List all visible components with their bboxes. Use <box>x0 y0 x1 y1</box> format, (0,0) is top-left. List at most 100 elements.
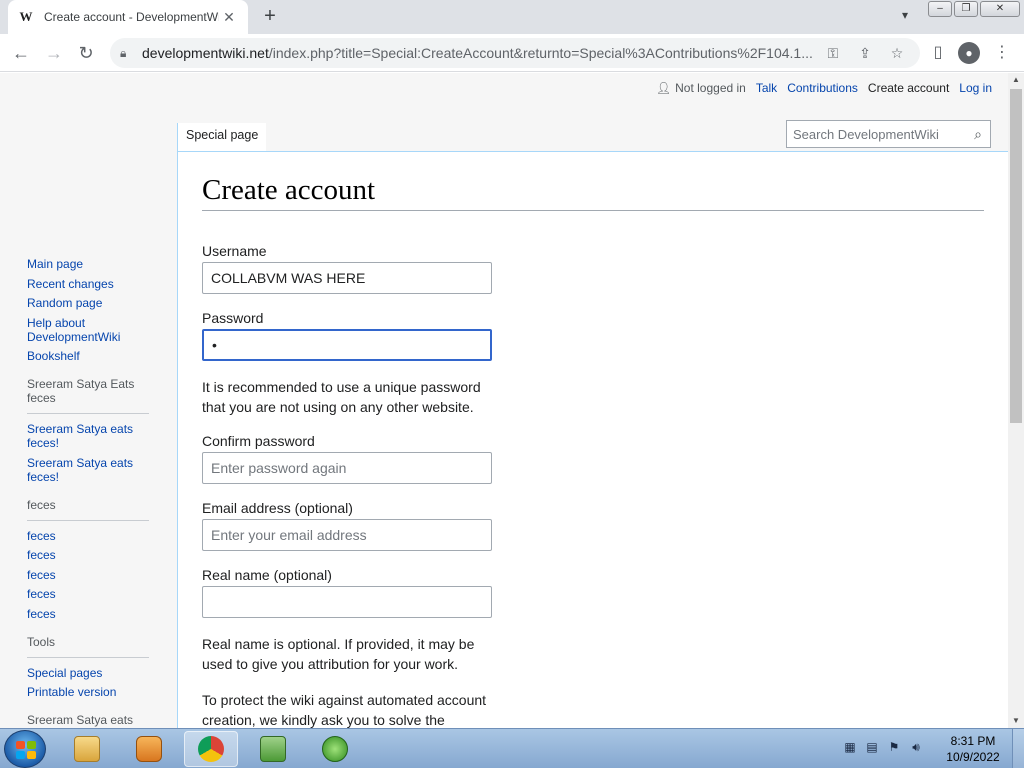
confirm-password-input[interactable] <box>202 452 492 484</box>
wiki-page: 👤︎ Not logged in Talk Contributions Crea… <box>0 73 1008 728</box>
create-account-link[interactable]: Create account <box>868 81 949 95</box>
clock-date: 10/9/2022 <box>946 750 1000 764</box>
close-window-button[interactable]: ✕ <box>980 1 1020 17</box>
sidebar-item-feces-3[interactable]: feces <box>27 568 149 582</box>
tray-network-icon[interactable]: ▤ <box>864 739 880 755</box>
portal-heading-feces: feces <box>27 498 149 521</box>
sidebar-item-feces-4[interactable]: feces <box>27 587 149 601</box>
page-scrollbar[interactable]: ▲ ▼ <box>1008 73 1024 728</box>
portal-heading-tools: Tools <box>27 635 149 658</box>
search-input[interactable] <box>793 126 963 142</box>
share-icon[interactable]: ⇪ <box>854 42 876 64</box>
media-player-icon <box>136 736 162 762</box>
browser-toolbar: ← → ↻ 🔒︎ developmentwiki.net/index.php?t… <box>0 34 1024 72</box>
page-title: Create account <box>202 172 984 211</box>
reload-icon[interactable]: ↻ <box>74 41 98 65</box>
sidebar-item-random-page[interactable]: Random page <box>27 296 149 310</box>
tray-app-icon[interactable]: ▦ <box>842 739 858 755</box>
realname-group: Real name (optional) <box>202 567 492 618</box>
portal-heading-4: Sreeram Satya eats <box>27 713 134 727</box>
search-icon[interactable]: ⌕ <box>966 126 990 143</box>
create-account-form: Username Password It is recommended to u… <box>202 243 492 728</box>
portal-heading: Sreeram Satya Eats feces <box>27 377 149 414</box>
taskbar-explorer[interactable] <box>60 731 114 767</box>
show-desktop-button[interactable] <box>1012 729 1024 768</box>
clock-time: 8:31 PM <box>950 734 996 748</box>
key-icon[interactable]: ⚿ <box>822 42 844 64</box>
browser-tab-strip: W Create account - DevelopmentWiki ✕ + ▾… <box>0 0 1024 34</box>
new-tab-button[interactable]: + <box>258 5 282 29</box>
confirm-password-label: Confirm password <box>202 433 315 449</box>
tab-special-page[interactable]: Special page <box>177 123 267 151</box>
menu-kebab-icon[interactable]: ⋮ <box>990 41 1014 65</box>
page-tabs: Special page <box>177 123 267 151</box>
sidebar-item-main-page[interactable]: Main page <box>27 257 149 271</box>
sidebar-item-portal1-1[interactable]: Sreeram Satya eats feces! <box>27 422 149 450</box>
sidebar-item-feces-2[interactable]: feces <box>27 548 149 562</box>
username-input[interactable] <box>202 262 492 294</box>
log-in-link[interactable]: Log in <box>959 81 992 95</box>
forward-arrow-icon[interactable]: → <box>42 41 66 65</box>
bookmark-star-icon[interactable]: ☆ <box>886 42 908 64</box>
email-label: Email address (optional) <box>202 500 353 516</box>
side-panel-icon[interactable]: ▯ <box>926 41 950 65</box>
realname-help-text: Real name is optional. If provided, it m… <box>202 636 475 672</box>
maximize-button[interactable]: ❐ <box>954 1 978 17</box>
search-box: ⌕ <box>786 120 991 148</box>
realname-label: Real name (optional) <box>202 567 332 583</box>
sidebar: Main page Recent changes Random page Hel… <box>27 257 149 728</box>
sidebar-item-special-pages[interactable]: Special pages <box>27 666 149 680</box>
sidebar-item-feces-5[interactable]: feces <box>27 607 149 621</box>
username-label: Username <box>202 243 267 259</box>
tray-volume-icon[interactable]: 🔊︎ <box>908 739 924 755</box>
sidebar-item-feces-1[interactable]: feces <box>27 529 149 543</box>
password-help-text: It is recommended to use a unique passwo… <box>202 379 481 415</box>
scroll-down-arrow-icon[interactable]: ▼ <box>1008 714 1024 728</box>
realname-input[interactable] <box>202 586 492 618</box>
taskbar-media-player[interactable] <box>122 731 176 767</box>
lock-icon[interactable]: 🔒︎ <box>120 46 136 61</box>
windows-taskbar: ▦ ▤ ⚑ 🔊︎ 8:31 PM 10/9/2022 <box>0 728 1024 768</box>
main-content: Create account Username Password It is r… <box>177 151 1008 728</box>
tab-title: Create account - DevelopmentWiki <box>44 10 219 24</box>
start-button[interactable] <box>4 730 46 768</box>
address-bar[interactable]: 🔒︎ developmentwiki.net/index.php?title=S… <box>110 38 920 68</box>
username-group: Username <box>202 243 492 294</box>
contributions-link[interactable]: Contributions <box>787 81 858 95</box>
taskbar-network-app[interactable] <box>246 731 300 767</box>
sidebar-item-recent-changes[interactable]: Recent changes <box>27 277 149 291</box>
password-input[interactable] <box>202 329 492 361</box>
profile-avatar[interactable]: ● <box>957 41 981 65</box>
email-group: Email address (optional) <box>202 500 492 551</box>
sidebar-item-bookshelf[interactable]: Bookshelf <box>27 349 149 363</box>
talk-link[interactable]: Talk <box>756 81 777 95</box>
folder-icon <box>74 736 100 762</box>
url-text: developmentwiki.net/index.php?title=Spec… <box>142 45 812 61</box>
sidebar-item-printable-version[interactable]: Printable version <box>27 685 149 699</box>
tab-close-icon[interactable]: ✕ <box>220 9 238 26</box>
browser-tab[interactable]: W Create account - DevelopmentWiki ✕ <box>8 0 248 34</box>
back-arrow-icon[interactable]: ← <box>9 41 33 65</box>
wiki-favicon-icon: W <box>19 9 33 24</box>
profile-person-icon: ● <box>958 42 980 64</box>
password-label: Password <box>202 310 264 326</box>
tab-search-chevron-icon[interactable]: ▾ <box>895 8 915 28</box>
confirm-password-group: Confirm password <box>202 433 492 484</box>
user-icon: 👤︎ <box>655 81 672 95</box>
scrollbar-thumb[interactable] <box>1010 89 1022 423</box>
taskbar-windows-app[interactable] <box>308 731 362 767</box>
personal-tools: 👤︎ Not logged in Talk Contributions Crea… <box>656 81 992 95</box>
taskbar-chrome[interactable] <box>184 731 238 767</box>
minimize-button[interactable]: – <box>928 1 952 17</box>
window-controls: – ❐ ✕ <box>928 1 1020 17</box>
tray-flag-icon[interactable]: ⚑ <box>886 739 902 755</box>
chrome-icon <box>198 736 224 762</box>
sidebar-item-help[interactable]: Help about DevelopmentWiki <box>27 316 149 344</box>
sidebar-item-portal1-2[interactable]: Sreeram Satya eats feces! <box>27 456 149 484</box>
windows-orb-icon <box>322 736 348 762</box>
network-app-icon <box>260 736 286 762</box>
windows-logo-icon <box>16 741 36 759</box>
taskbar-clock[interactable]: 8:31 PM 10/9/2022 <box>938 733 1008 765</box>
email-input[interactable] <box>202 519 492 551</box>
scroll-up-arrow-icon[interactable]: ▲ <box>1008 73 1024 87</box>
